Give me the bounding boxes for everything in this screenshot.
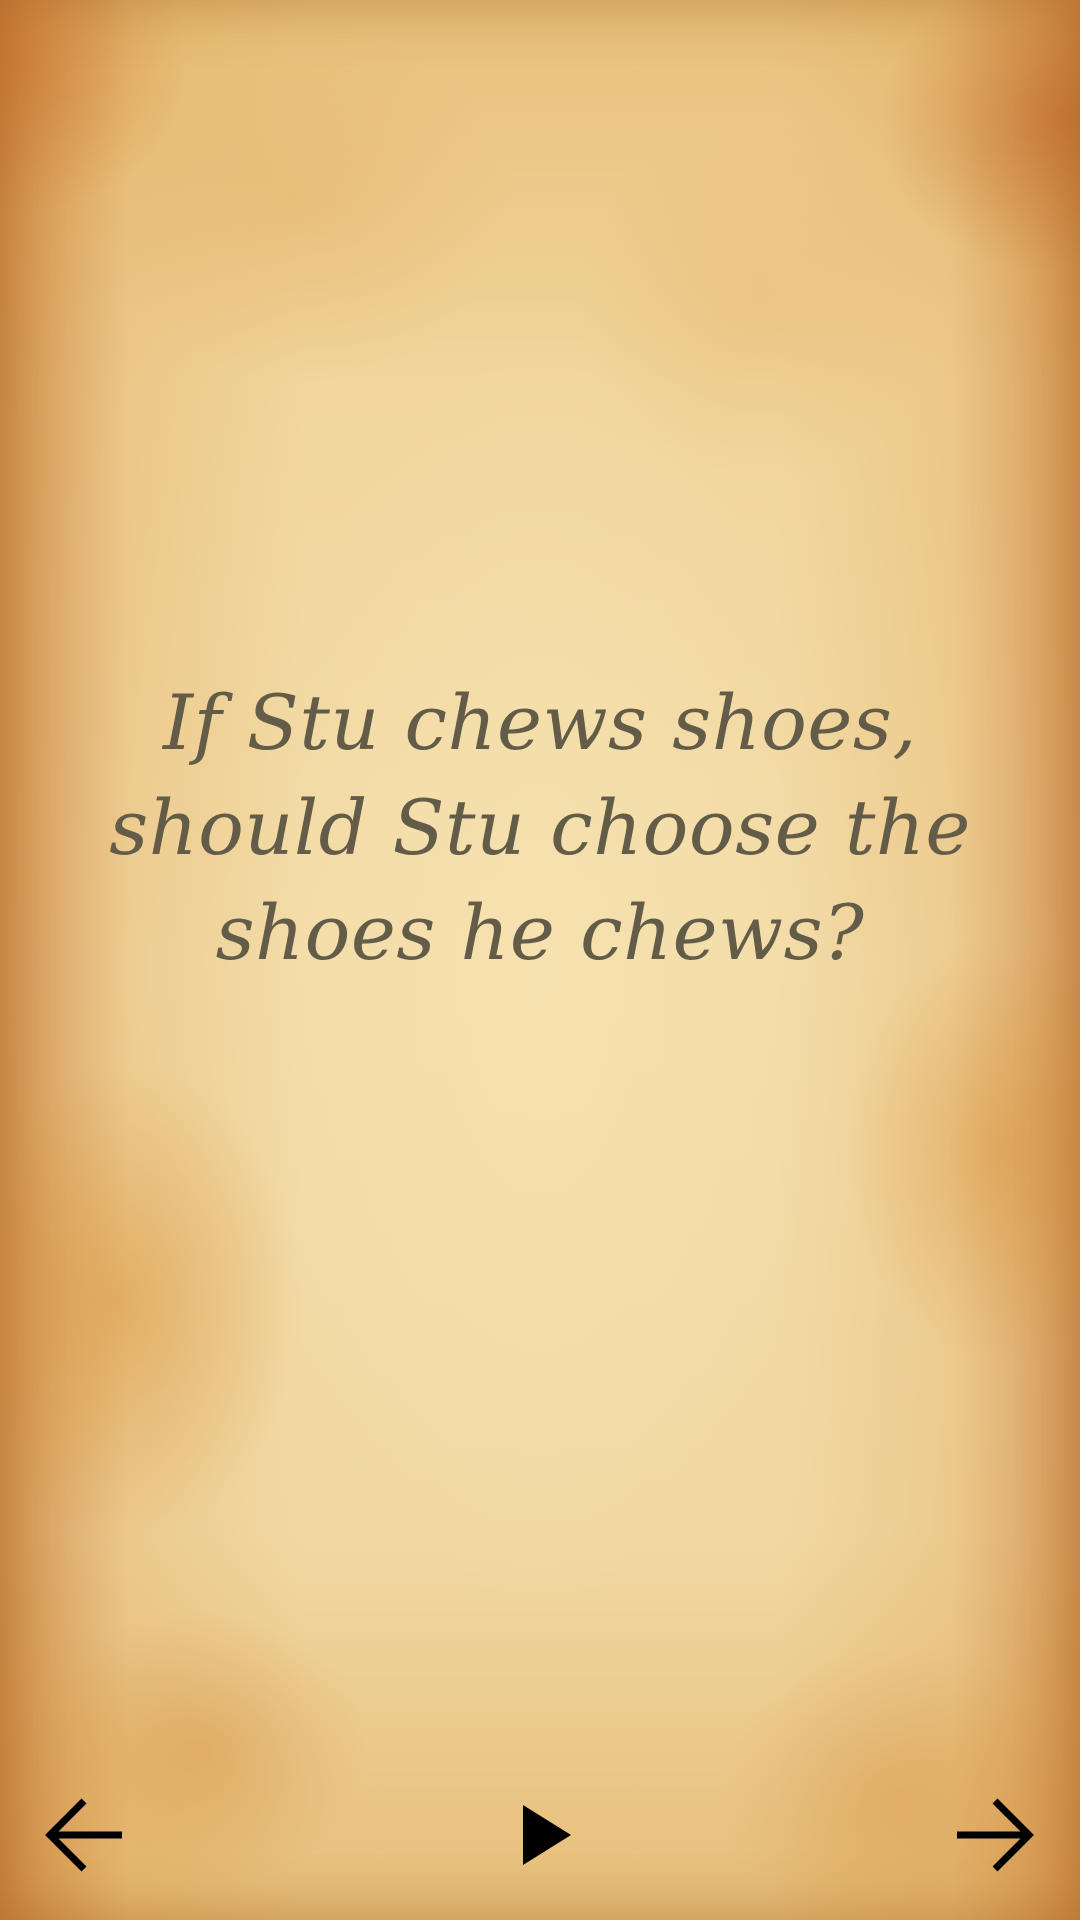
previous-button[interactable]	[34, 1790, 134, 1880]
arrow-right-icon	[957, 1798, 1034, 1872]
play-button[interactable]	[495, 1790, 595, 1880]
arrow-left-icon	[45, 1798, 122, 1872]
next-button[interactable]	[945, 1790, 1045, 1880]
riddle-container: If Stu chews shoes, should Stu choose th…	[60, 670, 1020, 985]
play-icon	[523, 1805, 571, 1865]
riddle-text: If Stu chews shoes, should Stu choose th…	[109, 678, 971, 977]
